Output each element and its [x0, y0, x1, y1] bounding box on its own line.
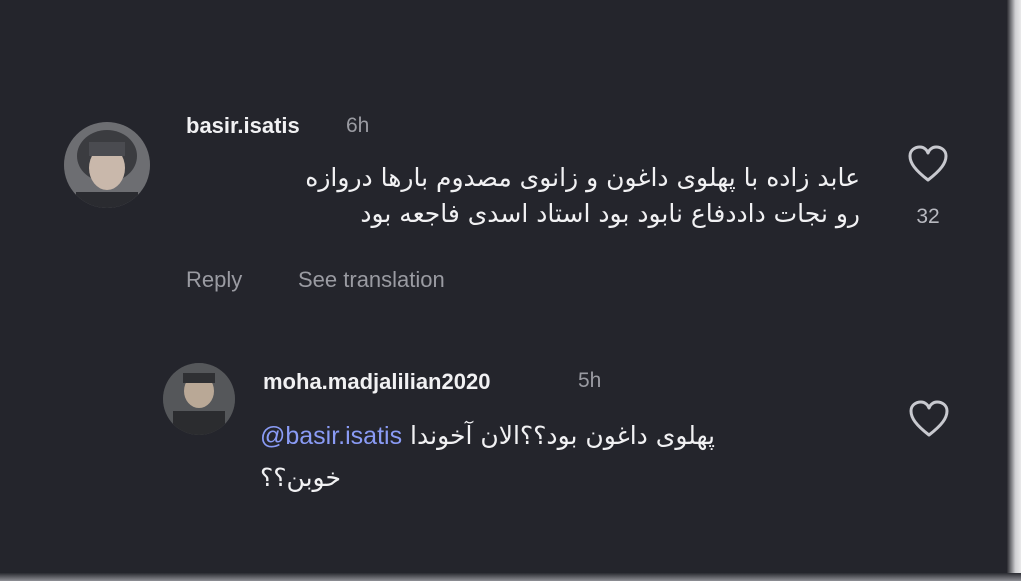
reply-text-line-body: پهلوی داغون بود؟؟الان آخوندا — [410, 421, 716, 450]
comments-panel: basir.isatis 6h عابد زاده با پهلوی داغون… — [0, 0, 1021, 581]
comment-timestamp: 6h — [346, 114, 370, 137]
comment-text-line: عابد زاده با پهلوی داغون و زانوی مصدوم ب… — [305, 163, 860, 192]
comment-text-line: رو نجات داددفاع نابود بود استاد اسدی فاج… — [360, 199, 860, 228]
window-edge — [1007, 0, 1021, 581]
reply-text-line: پهلوی داغون بود؟؟الان آخوندا @basir.isat… — [260, 418, 715, 454]
user-photo-icon — [64, 122, 150, 208]
like-heart-icon[interactable] — [907, 145, 949, 188]
like-heart-icon[interactable] — [908, 400, 950, 443]
mention-link[interactable]: @basir.isatis — [260, 418, 402, 454]
reply-text-line-body: خوبن؟؟ — [260, 463, 341, 492]
like-count: 32 — [916, 205, 940, 228]
reply-username[interactable]: moha.madjalilian2020 — [263, 369, 490, 395]
comment-text: عابد زاده با پهلوی داغون و زانوی مصدوم ب… — [180, 160, 860, 232]
reply-button[interactable]: Reply — [186, 267, 242, 293]
user-photo-icon — [163, 363, 235, 435]
see-translation-button[interactable]: See translation — [298, 267, 445, 293]
avatar[interactable] — [163, 363, 235, 435]
comment-username[interactable]: basir.isatis — [186, 113, 300, 139]
avatar[interactable] — [64, 122, 150, 208]
reply-timestamp: 5h — [578, 369, 602, 392]
window-edge — [0, 573, 1021, 581]
reply-text-line: خوبن؟؟ — [260, 460, 860, 496]
reply-text: پهلوی داغون بود؟؟الان آخوندا @basir.isat… — [260, 418, 860, 496]
